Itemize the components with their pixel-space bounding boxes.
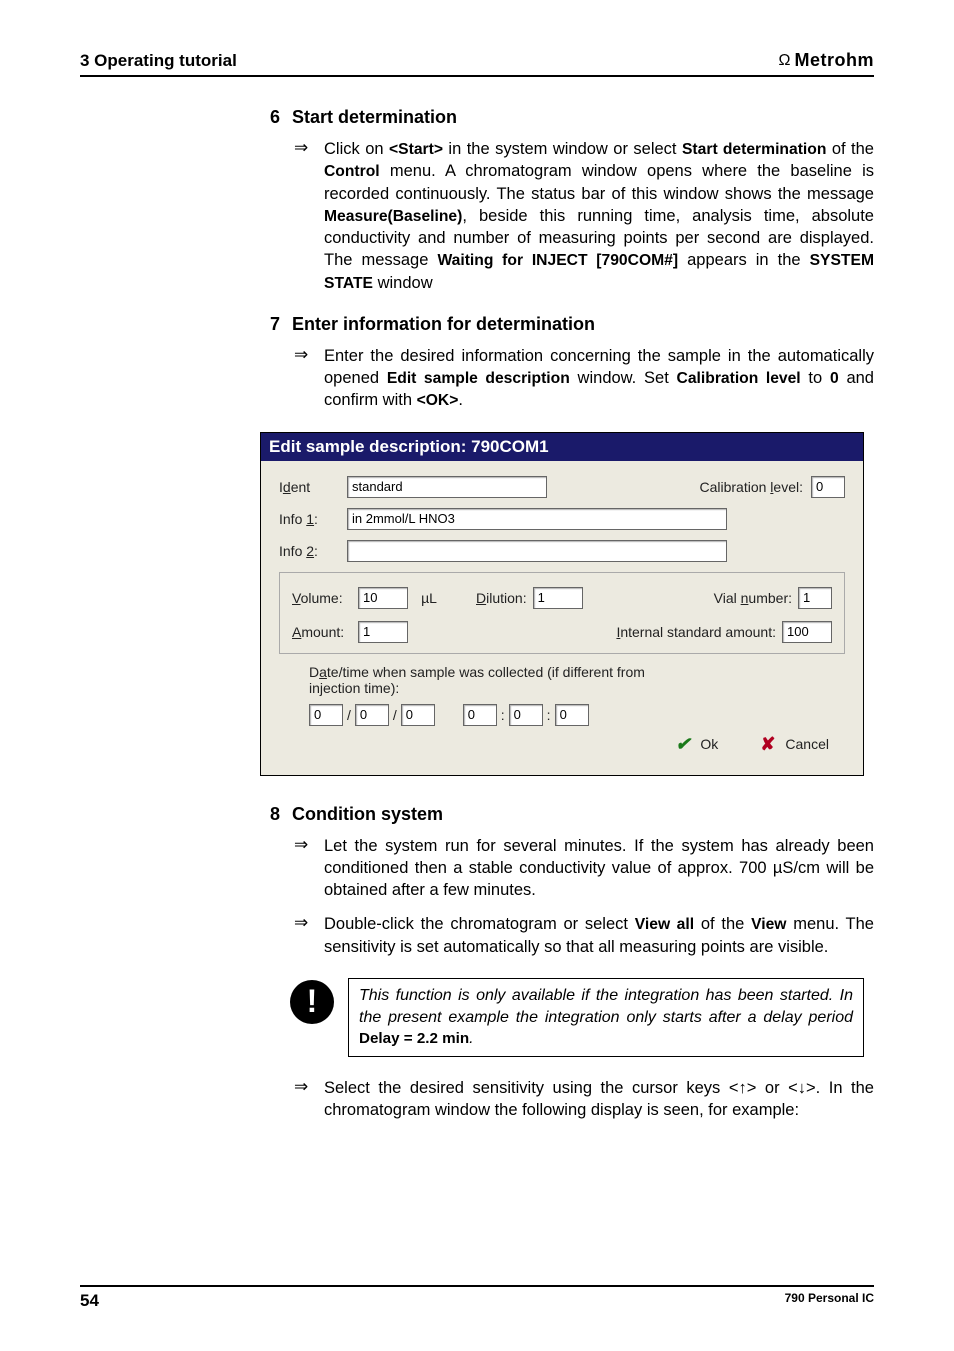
internal-standard-amount-label: Internal standard amount: [616, 624, 776, 640]
section-number: 8 [260, 804, 280, 825]
arrow-icon: ⇒ [294, 835, 316, 902]
dialog-title: Edit sample description: 790COM1 [261, 433, 863, 461]
volume-unit: µL [414, 590, 444, 606]
cancel-button[interactable]: ✘ Cancel [754, 734, 835, 755]
page-number: 54 [80, 1291, 99, 1311]
section-title: Start determination [292, 107, 457, 128]
brand-text: Metrohm [795, 50, 875, 71]
bullet-text: Enter the desired information concerning… [324, 345, 874, 412]
bullet-text: Select the desired sensitivity using the… [324, 1077, 874, 1122]
section-number: 6 [260, 107, 280, 128]
info2-field[interactable] [347, 540, 727, 562]
section-title: Condition system [292, 804, 443, 825]
arrow-icon: ⇒ [294, 138, 316, 294]
time-mm-field[interactable] [509, 704, 543, 726]
check-icon: ✔ [675, 734, 690, 755]
bullet-text: Double-click the chromatogram or select … [324, 913, 874, 958]
arrow-icon: ⇒ [294, 1077, 316, 1122]
vial-number-label: Vial number: [714, 590, 792, 606]
ident-field[interactable] [347, 476, 547, 498]
amount-field[interactable] [358, 621, 408, 643]
bullet-text: Let the system run for several minutes. … [324, 835, 874, 902]
vial-number-field[interactable] [798, 587, 832, 609]
edit-sample-description-dialog: Edit sample description: 790COM1 Ident C… [260, 432, 864, 776]
up-arrow-icon: ↑ [738, 1079, 746, 1097]
volume-field[interactable] [358, 587, 408, 609]
header-chapter: 3 Operating tutorial [80, 51, 237, 71]
time-ss-field[interactable] [555, 704, 589, 726]
info1-field[interactable] [347, 508, 727, 530]
down-arrow-icon: ↓ [798, 1079, 806, 1097]
section-number: 7 [260, 314, 280, 335]
info2-label: Info 2: [279, 543, 339, 559]
ok-button[interactable]: ✔ Ok [669, 734, 724, 755]
volume-label: Volume: [292, 590, 352, 606]
date-year-field[interactable] [401, 704, 435, 726]
warning-icon: ! [290, 980, 334, 1024]
arrow-icon: ⇒ [294, 345, 316, 412]
omega-icon: Ω [779, 52, 791, 70]
datetime-label: Date/time when sample was collected (if … [309, 664, 649, 696]
bullet-text: Click on <Start> in the system window or… [324, 138, 874, 294]
x-icon: ✘ [760, 734, 775, 755]
ident-label: Ident [279, 479, 339, 495]
section-title: Enter information for determination [292, 314, 595, 335]
internal-standard-amount-field[interactable] [782, 621, 832, 643]
cancel-label: Cancel [785, 736, 829, 752]
arrow-icon: ⇒ [294, 913, 316, 958]
amount-label: Amount: [292, 624, 352, 640]
date-month-field[interactable] [355, 704, 389, 726]
brand-logo: Ω Metrohm [779, 50, 874, 71]
date-day-field[interactable] [309, 704, 343, 726]
ok-label: Ok [700, 736, 718, 752]
calibration-level-field[interactable] [811, 476, 845, 498]
footer-product: 790 Personal IC [785, 1291, 874, 1311]
dilution-field[interactable] [533, 587, 583, 609]
calibration-level-label: Calibration level: [699, 479, 803, 495]
info1-label: Info 1: [279, 511, 339, 527]
dilution-label: Dilution: [476, 590, 527, 606]
time-hh-field[interactable] [463, 704, 497, 726]
note-box: This function is only available if the i… [348, 978, 864, 1057]
